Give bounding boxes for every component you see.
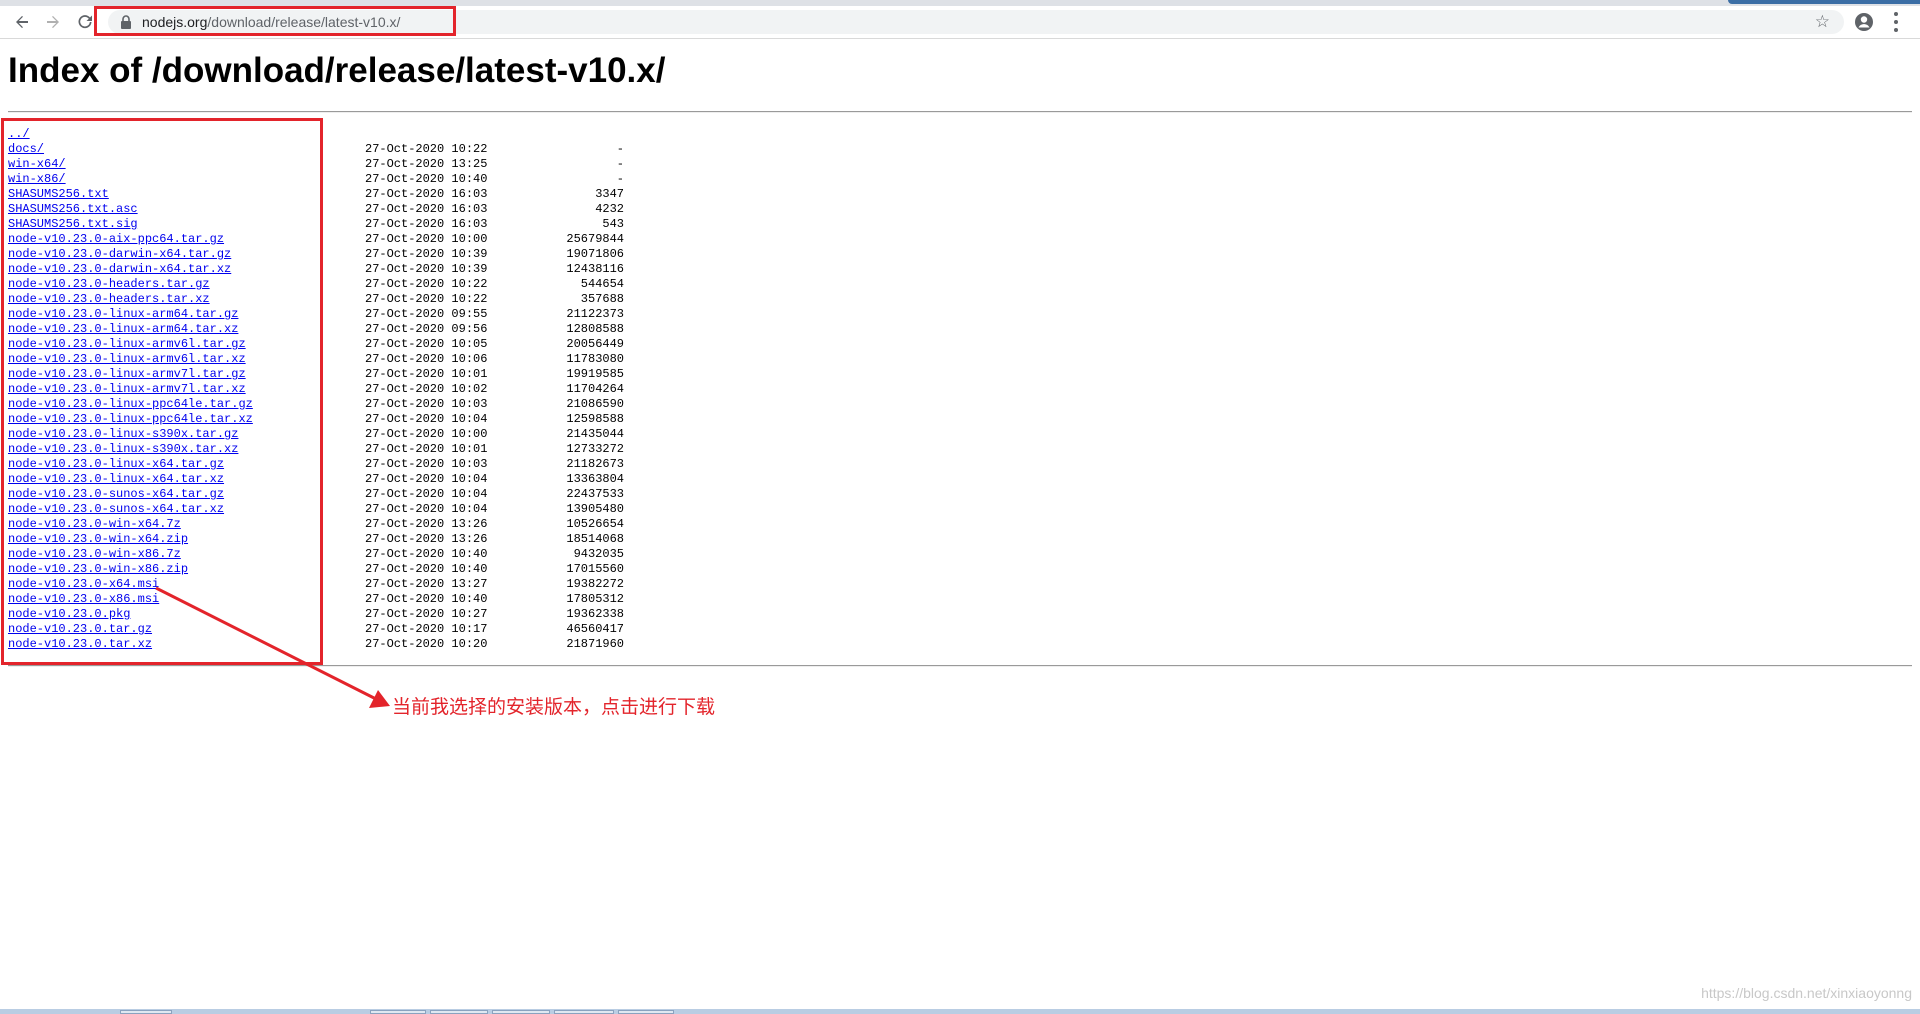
file-date: 27-Oct-2020 16:03 [365, 187, 488, 201]
file-date: 27-Oct-2020 10:04 [365, 412, 488, 426]
file-size: 20056449 [566, 337, 624, 351]
file-size: 12598588 [566, 412, 624, 426]
file-date: 27-Oct-2020 10:02 [365, 382, 488, 396]
file-size: 19919585 [566, 367, 624, 381]
file-date: 27-Oct-2020 10:39 [365, 262, 488, 276]
file-size: 12438116 [566, 262, 624, 276]
file-date: 27-Oct-2020 16:03 [365, 202, 488, 216]
file-size: 18514068 [566, 532, 624, 546]
file-size: 21122373 [566, 307, 624, 321]
annotation-text: 当前我选择的安装版本，点击进行下载 [392, 696, 716, 718]
file-date: 27-Oct-2020 10:04 [365, 502, 488, 516]
file-date: 27-Oct-2020 16:03 [365, 217, 488, 231]
file-date: 27-Oct-2020 10:17 [365, 622, 488, 636]
file-size: 9432035 [573, 547, 624, 561]
file-date: 27-Oct-2020 13:25 [365, 157, 488, 171]
file-size: 21086590 [566, 397, 624, 411]
file-size: 19071806 [566, 247, 624, 261]
file-size: 17015560 [566, 562, 624, 576]
file-size: 357688 [580, 292, 624, 306]
file-size: 19382272 [566, 577, 624, 591]
file-date: 27-Oct-2020 13:27 [365, 577, 488, 591]
page-title: Index of /download/release/latest-v10.x/ [8, 51, 666, 90]
file-size: 19362338 [566, 607, 624, 621]
taskbar-edge [0, 1009, 1920, 1014]
file-date: 27-Oct-2020 09:56 [365, 322, 488, 336]
file-size: - [616, 157, 624, 171]
file-size: 3347 [595, 187, 624, 201]
file-date: 27-Oct-2020 13:26 [365, 517, 488, 531]
file-date: 27-Oct-2020 09:55 [365, 307, 488, 321]
file-size: 46560417 [566, 622, 624, 636]
divider-bottom [8, 665, 1912, 667]
file-date: 27-Oct-2020 10:40 [365, 592, 488, 606]
url-highlight-box [94, 6, 456, 36]
file-date: 27-Oct-2020 13:26 [365, 532, 488, 546]
file-date: 27-Oct-2020 10:27 [365, 607, 488, 621]
file-date: 27-Oct-2020 10:00 [365, 427, 488, 441]
file-date: 27-Oct-2020 10:22 [365, 142, 488, 156]
active-tab-edge[interactable] [1728, 0, 1920, 4]
file-size: 13363804 [566, 472, 624, 486]
file-date: 27-Oct-2020 10:22 [365, 277, 488, 291]
file-size: 21182673 [566, 457, 624, 471]
file-date: 27-Oct-2020 10:39 [365, 247, 488, 261]
file-date: 27-Oct-2020 10:40 [365, 172, 488, 186]
file-size: 22437533 [566, 487, 624, 501]
file-date: 27-Oct-2020 10:01 [365, 442, 488, 456]
file-size: - [616, 172, 624, 186]
arrow-right-icon[interactable] [41, 10, 65, 34]
divider-top [8, 111, 1912, 113]
file-date: 27-Oct-2020 10:01 [365, 367, 488, 381]
file-size: 21435044 [566, 427, 624, 441]
kebab-menu-icon[interactable] [1893, 12, 1899, 32]
file-size: 17805312 [566, 592, 624, 606]
file-date: 27-Oct-2020 10:40 [365, 547, 488, 561]
file-date: 27-Oct-2020 10:40 [365, 562, 488, 576]
file-size: 25679844 [566, 232, 624, 246]
file-date: 27-Oct-2020 10:05 [365, 337, 488, 351]
file-size: 543 [602, 217, 624, 231]
star-icon[interactable]: ☆ [1815, 12, 1830, 32]
file-date: 27-Oct-2020 10:06 [365, 352, 488, 366]
file-size: 4232 [595, 202, 624, 216]
file-size: 11704264 [566, 382, 624, 396]
file-size: 13905480 [566, 502, 624, 516]
file-date: 27-Oct-2020 10:00 [365, 232, 488, 246]
file-date: 27-Oct-2020 10:22 [365, 292, 488, 306]
watermark: https://blog.csdn.net/xinxiaoyonng [1701, 985, 1912, 1001]
file-size: 544654 [580, 277, 624, 291]
file-date: 27-Oct-2020 10:04 [365, 487, 488, 501]
file-size: 21871960 [566, 637, 624, 651]
file-size: 12733272 [566, 442, 624, 456]
arrow-left-icon[interactable] [10, 10, 34, 34]
file-size: 10526654 [566, 517, 624, 531]
file-date: 27-Oct-2020 10:04 [365, 472, 488, 486]
file-date: 27-Oct-2020 10:03 [365, 397, 488, 411]
file-date: 27-Oct-2020 10:20 [365, 637, 488, 651]
file-date: 27-Oct-2020 10:03 [365, 457, 488, 471]
file-size: 12808588 [566, 322, 624, 336]
account-circle-icon[interactable] [1854, 12, 1874, 32]
listing-highlight-box [1, 118, 323, 665]
file-size: - [616, 142, 624, 156]
file-size: 11783080 [566, 352, 624, 366]
